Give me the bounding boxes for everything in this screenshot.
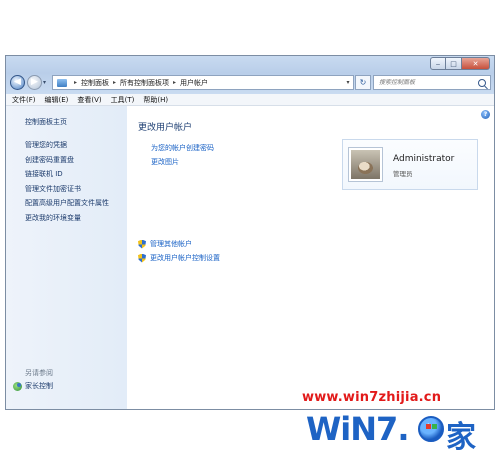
uac-shield-icon: [138, 239, 146, 249]
menu-tools[interactable]: 工具(T): [111, 95, 135, 105]
sidebar-item-environment-variables[interactable]: 更改我的环境变量: [25, 213, 109, 228]
sidebar-control-panel-home[interactable]: 控制面板主页: [25, 117, 67, 127]
windows-logo-icon: [418, 416, 444, 442]
logo-suffix: 家: [446, 420, 476, 455]
main-content: ? 更改用户帐户 为您的帐户创建密码 更改图片 管理其他帐户 更改用户帐户控制设…: [127, 106, 494, 409]
breadcrumb-control-panel[interactable]: 控制面板: [81, 78, 109, 88]
minimize-button[interactable]: ‒: [430, 57, 446, 70]
recent-pages-dropdown[interactable]: ▾: [43, 79, 46, 86]
search-icon[interactable]: [478, 78, 486, 87]
control-panel-icon: [57, 78, 67, 87]
breadcrumb-all-items[interactable]: 所有控制面板项: [120, 78, 169, 88]
manage-accounts-link[interactable]: 管理其他帐户: [138, 239, 192, 249]
family-icon: [13, 381, 22, 391]
menu-bar: 文件(F) 编辑(E) 查看(V) 工具(T) 帮助(H): [6, 94, 494, 106]
watermark-logo: WiN7. 家: [306, 410, 500, 456]
account-card: Administrator 管理员: [342, 139, 478, 190]
account-name: Administrator: [393, 154, 455, 164]
uac-settings-label: 更改用户帐户控制设置: [150, 254, 220, 262]
parental-controls-label: 家长控制: [25, 382, 53, 390]
menu-edit[interactable]: 编辑(E): [45, 95, 69, 105]
search-box[interactable]: [373, 75, 491, 90]
page-title: 更改用户帐户: [138, 123, 193, 133]
maximize-button[interactable]: □: [446, 57, 462, 70]
watermark-url: www.win7zhijia.cn: [302, 390, 442, 405]
back-button[interactable]: ◀: [10, 75, 25, 90]
sidebar-item-file-encryption-certs[interactable]: 管理文件加密证书: [25, 184, 109, 199]
uac-settings-link[interactable]: 更改用户帐户控制设置: [138, 253, 220, 263]
change-picture-link[interactable]: 更改图片: [151, 157, 179, 167]
control-panel-window: ‒ □ ✕ ◀ ▶ ▾ ▸ 控制面板 ▸ 所有控制面板项 ▸ 用户帐户 ▾ ↻: [5, 55, 495, 410]
sidebar-item-link-online-id[interactable]: 链接联机 ID: [25, 169, 109, 184]
window-controls: ‒ □ ✕: [430, 57, 490, 71]
window-frame: ‒ □ ✕ ◀ ▶ ▾ ▸ 控制面板 ▸ 所有控制面板项 ▸ 用户帐户 ▾ ↻: [6, 56, 494, 94]
account-role: 管理员: [393, 170, 413, 178]
breadcrumb-separator[interactable]: ▸: [113, 79, 116, 86]
logo-text: WiN7.: [306, 410, 409, 448]
task-pane: 控制面板主页 管理您的凭据 创建密码重置盘 链接联机 ID 管理文件加密证书 配…: [6, 106, 128, 409]
close-button[interactable]: ✕: [462, 57, 490, 70]
sidebar-item-password-reset-disk[interactable]: 创建密码重置盘: [25, 155, 109, 170]
manage-accounts-label: 管理其他帐户: [150, 240, 192, 248]
see-also-heading: 另请参阅: [25, 369, 53, 377]
refresh-button[interactable]: ↻: [355, 75, 371, 90]
menu-help[interactable]: 帮助(H): [143, 95, 168, 105]
breadcrumb-separator[interactable]: ▸: [173, 79, 176, 86]
sidebar-item-parental-controls[interactable]: 家长控制: [13, 381, 53, 391]
sidebar-item-advanced-profile[interactable]: 配置高级用户配置文件属性: [25, 198, 109, 213]
create-password-link[interactable]: 为您的帐户创建密码: [151, 143, 214, 153]
menu-file[interactable]: 文件(F): [12, 95, 36, 105]
breadcrumb-user-accounts[interactable]: 用户帐户: [180, 78, 208, 88]
chevron-down-icon[interactable]: ▾: [343, 79, 353, 86]
search-input[interactable]: [379, 79, 474, 86]
breadcrumb-separator[interactable]: ▸: [74, 79, 77, 86]
navigation-bar: ◀ ▶ ▾ ▸ 控制面板 ▸ 所有控制面板项 ▸ 用户帐户 ▾ ↻: [10, 74, 491, 92]
avatar[interactable]: [349, 148, 382, 181]
help-icon[interactable]: ?: [481, 110, 490, 119]
sidebar-item-manage-credentials[interactable]: 管理您的凭据: [25, 140, 109, 155]
menu-view[interactable]: 查看(V): [77, 95, 101, 105]
address-bar[interactable]: ▸ 控制面板 ▸ 所有控制面板项 ▸ 用户帐户 ▾: [52, 75, 354, 90]
uac-shield-icon: [138, 253, 146, 263]
forward-button[interactable]: ▶: [27, 75, 42, 90]
sidebar-links: 管理您的凭据 创建密码重置盘 链接联机 ID 管理文件加密证书 配置高级用户配置…: [25, 140, 109, 227]
